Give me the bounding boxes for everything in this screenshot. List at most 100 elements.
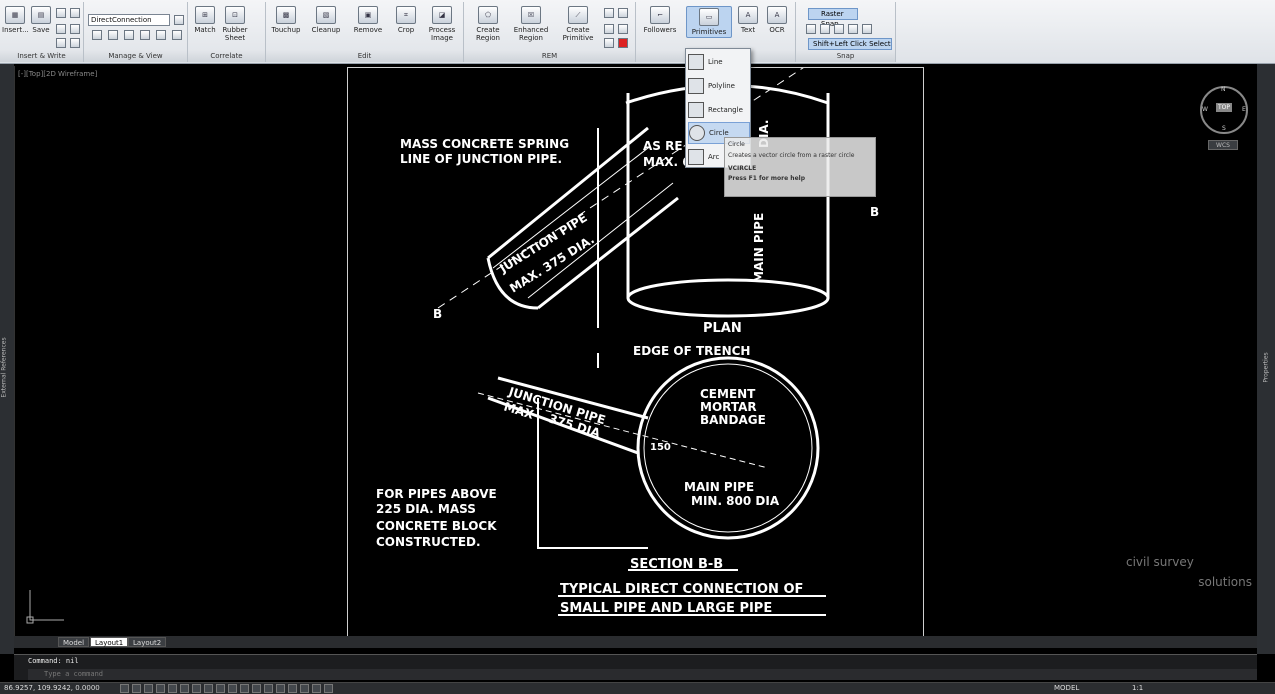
create-primitive-button[interactable]: ⟋ Create Primitive — [556, 6, 600, 42]
tool-icon[interactable] — [56, 38, 66, 48]
snap-icon[interactable] — [806, 24, 816, 34]
status-toggle[interactable] — [252, 684, 261, 693]
line-icon — [688, 54, 704, 70]
menu-item-line[interactable]: Line — [688, 51, 750, 73]
annotation-scale[interactable]: 1:1 — [1132, 684, 1143, 692]
match-button[interactable]: ⊞ Match — [192, 6, 218, 34]
touchup-button[interactable]: ▩ Touchup — [268, 6, 304, 34]
tab-layout1[interactable]: Layout1 — [90, 637, 129, 647]
status-toggle[interactable] — [156, 684, 165, 693]
label-section: SECTION B-B — [630, 557, 723, 572]
tool-icon[interactable] — [124, 30, 134, 40]
remove-button[interactable]: ▣ Remove — [350, 6, 386, 34]
tool-icon[interactable] — [174, 15, 184, 25]
tool-icon[interactable] — [140, 30, 150, 40]
status-toggle[interactable] — [300, 684, 309, 693]
menu-item-polyline[interactable]: Polyline — [688, 75, 750, 97]
tab-layout2[interactable]: Layout2 — [128, 637, 167, 647]
label-concrete: CONCRETE BLOCK — [376, 519, 497, 533]
status-toggle[interactable] — [240, 684, 249, 693]
viewcube-top[interactable]: TOP — [1216, 103, 1233, 112]
status-toggle[interactable] — [204, 684, 213, 693]
primitives-button[interactable]: ▭ Primitives — [686, 6, 732, 38]
tool-icon[interactable] — [618, 8, 628, 18]
panel-title: Correlate — [188, 50, 265, 62]
snap-icon[interactable] — [862, 24, 872, 34]
panel-title[interactable]: Insert & Write — [0, 50, 83, 62]
menu-item-rectangle[interactable]: Rectangle — [688, 99, 750, 121]
tool-icon[interactable] — [56, 24, 66, 34]
left-palette-strip[interactable]: External References — [0, 64, 14, 654]
raster-snap-button[interactable]: Raster Snap — [808, 8, 858, 28]
label-dia225: 225 DIA. MASS — [376, 502, 476, 516]
snap-icon[interactable] — [820, 24, 830, 34]
tool-icon[interactable] — [70, 38, 80, 48]
command-input[interactable]: Type a command — [28, 669, 1257, 680]
panel-title[interactable]: Manage & View — [84, 50, 187, 62]
rubber-sheet-button[interactable]: ⊡ Rubber Sheet — [220, 6, 250, 42]
tool-icon[interactable] — [56, 8, 66, 18]
label-constructed: CONSTRUCTED. — [376, 535, 481, 549]
external-references-label[interactable]: External References — [1, 337, 8, 397]
compass-n[interactable]: N — [1221, 86, 1226, 93]
create-region-button[interactable]: ⬠ Create Region — [468, 6, 508, 42]
followers-button[interactable]: ⌐ Followers — [640, 6, 680, 34]
status-toggle[interactable] — [120, 684, 129, 693]
status-toggle[interactable] — [288, 684, 297, 693]
compass-e[interactable]: E — [1242, 106, 1246, 113]
status-toggle[interactable] — [276, 684, 285, 693]
label-b2: B — [870, 205, 879, 219]
tool-icon[interactable] — [604, 8, 614, 18]
viewcube[interactable]: N S E W TOP — [1200, 86, 1248, 134]
enhanced-region-button[interactable]: ☒ Enhanced Region — [510, 6, 552, 42]
status-bar: 86.9257, 109.9242, 0.0000 MODEL 1:1 — [0, 682, 1275, 694]
crop-button[interactable]: ⌗ Crop — [392, 6, 420, 34]
status-toggle[interactable] — [132, 684, 141, 693]
status-toggle[interactable] — [324, 684, 333, 693]
model-space-button[interactable]: MODEL — [1054, 684, 1079, 692]
status-toggle[interactable] — [312, 684, 321, 693]
status-toggle[interactable] — [144, 684, 153, 693]
save-button[interactable]: ▤ Save — [30, 6, 52, 34]
compass-s[interactable]: S — [1222, 125, 1226, 132]
tool-icon[interactable] — [156, 30, 166, 40]
status-toggle[interactable] — [216, 684, 225, 693]
cleanup-button[interactable]: ▧ Cleanup — [308, 6, 344, 34]
properties-label[interactable]: Properties — [1263, 352, 1270, 382]
shift-click-select-button[interactable]: Shift+Left Click Select — [808, 38, 892, 50]
ocr-button[interactable]: A OCR — [764, 6, 790, 34]
tool-icon[interactable] — [604, 24, 614, 34]
insert-button[interactable]: ▦ Insert... — [2, 6, 29, 34]
tool-icon[interactable] — [108, 30, 118, 40]
tool-icon[interactable] — [172, 30, 182, 40]
tool-icon[interactable] — [618, 24, 628, 34]
status-toggle[interactable] — [228, 684, 237, 693]
zoom-icon[interactable] — [92, 30, 102, 40]
watermark-line2: solutions — [1198, 575, 1252, 589]
text-button[interactable]: A Text — [736, 6, 760, 34]
process-image-button[interactable]: ◪ Process Image — [424, 6, 460, 42]
text-icon: A — [738, 6, 758, 24]
wcs-menu[interactable]: WCS — [1208, 140, 1238, 150]
viewport-controls[interactable]: [-][Top][2D Wireframe] — [18, 70, 97, 78]
tool-icon[interactable] — [70, 8, 80, 18]
snap-icon[interactable] — [848, 24, 858, 34]
panel-title[interactable]: REM — [464, 50, 635, 62]
crop-icon: ⌗ — [396, 6, 416, 24]
command-history: Command: nil — [28, 657, 79, 665]
status-toggle[interactable] — [192, 684, 201, 693]
status-toggle[interactable] — [264, 684, 273, 693]
color-icon[interactable] — [618, 38, 628, 48]
label-cement: CEMENT — [700, 387, 756, 401]
snap-icon[interactable] — [834, 24, 844, 34]
image-combo[interactable]: DirectConnection — [88, 14, 170, 26]
status-toggle[interactable] — [180, 684, 189, 693]
compass-w[interactable]: W — [1202, 106, 1208, 113]
panel-title[interactable]: Edit — [266, 50, 463, 62]
tab-model[interactable]: Model — [58, 637, 90, 647]
tool-icon[interactable] — [604, 38, 614, 48]
status-toggle[interactable] — [168, 684, 177, 693]
panel-title[interactable]: Snap — [796, 50, 895, 62]
right-palette-strip[interactable]: Properties — [1257, 64, 1275, 654]
tool-icon[interactable] — [70, 24, 80, 34]
